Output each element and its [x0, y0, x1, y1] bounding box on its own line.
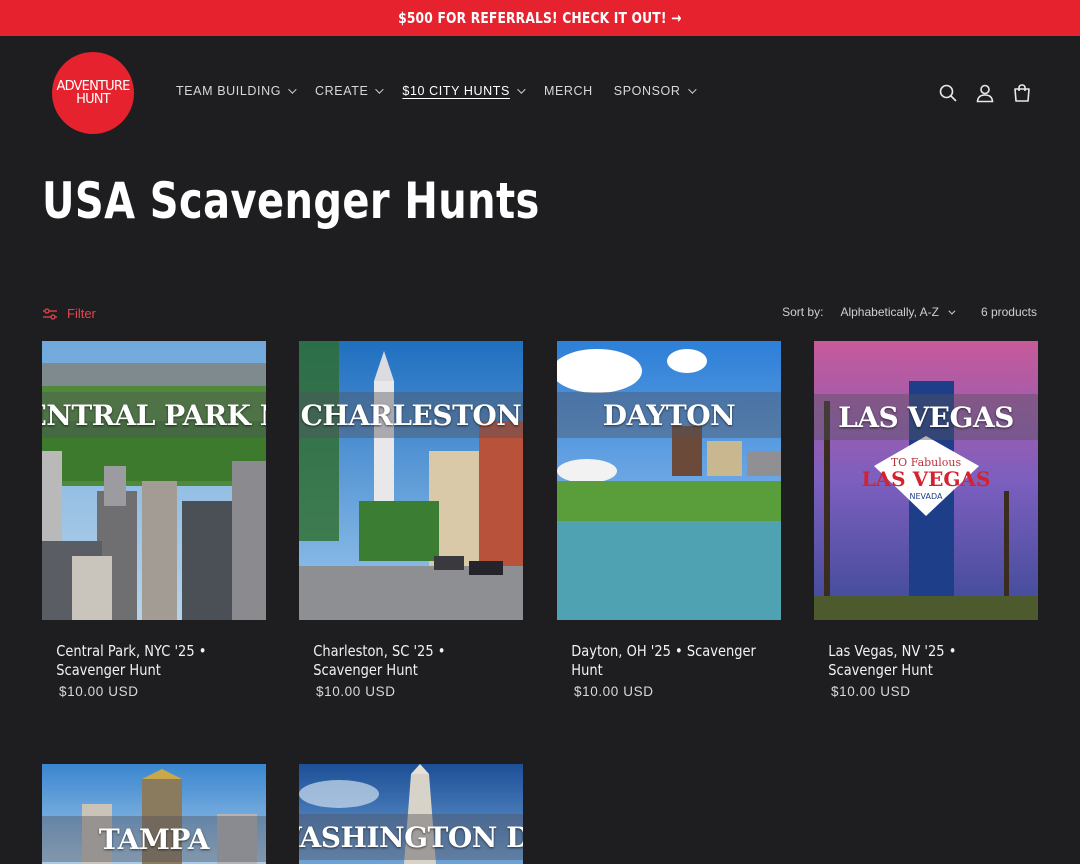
product-card[interactable]: CENTRAL PARK NY Central Park, NYC '25 • … [42, 341, 266, 699]
product-price: $10.00 USD [574, 684, 654, 699]
filter-icon [43, 307, 57, 320]
chevron-down-icon [687, 85, 697, 94]
nav-label: SPONSOR [613, 84, 681, 98]
nav-label: TEAM BUILDING [176, 84, 282, 98]
nav-label: MERCH [543, 84, 593, 98]
nav-label: $10 CITY HUNTS [402, 84, 510, 98]
chevron-down-icon [948, 307, 956, 315]
product-image[interactable]: TO Fabulous LAS VEGAS NEVADA LAS VEGAS [814, 341, 1038, 620]
product-image-label: LAS VEGAS [838, 400, 1014, 434]
sort-select[interactable]: Alphabetically, A-Z [840, 305, 956, 319]
nav-item-team-building[interactable]: TEAM BUILDING [176, 84, 297, 98]
product-title[interactable]: Central Park, NYC '25 • Scavenger Hunt [42, 642, 252, 680]
product-image-band: WASHINGTON DC [299, 814, 523, 860]
product-image[interactable]: TAMPA [42, 764, 266, 864]
product-image-band: CENTRAL PARK NY [42, 392, 266, 438]
logo[interactable]: ADVENTURE HUNT [52, 52, 134, 134]
nav-item-sponsor[interactable]: SPONSOR [613, 84, 697, 98]
product-price: $10.00 USD [316, 684, 396, 699]
product-title[interactable]: Las Vegas, NV '25 • Scavenger Hunt [814, 642, 1024, 680]
product-card[interactable]: DAYTON Dayton, OH '25 • Scavenger Hunt $… [557, 341, 781, 699]
account-icon[interactable] [975, 83, 995, 103]
logo-line-2: HUNT [76, 92, 111, 107]
svg-text:NEVADA: NEVADA [910, 492, 943, 501]
main-nav: TEAM BUILDING CREATE $10 CITY HUNTS MERC… [176, 84, 715, 98]
sort-bar: Sort by: Alphabetically, A-Z 6 products [782, 305, 1037, 319]
nav-label: CREATE [315, 84, 369, 98]
product-image-label: CENTRAL PARK NY [42, 398, 266, 432]
product-image[interactable]: CENTRAL PARK NY [42, 341, 266, 620]
product-image-label: CHARLESTON [300, 398, 522, 432]
product-image[interactable]: CHARLESTON [299, 341, 523, 620]
product-price: $10.00 USD [831, 684, 911, 699]
filter-label: Filter [67, 306, 96, 321]
product-title[interactable]: Charleston, SC '25 • Scavenger Hunt [299, 642, 509, 680]
announcement-text[interactable]: $500 FOR REFERRALS! CHECK IT OUT! → [398, 9, 681, 27]
product-card[interactable]: TAMPA [42, 764, 266, 864]
product-card[interactable]: CHARLESTON Charleston, SC '25 • Scavenge… [299, 341, 523, 699]
chevron-down-icon [375, 85, 385, 94]
nav-item-merch[interactable]: MERCH [544, 84, 593, 98]
sort-label: Sort by: [782, 305, 824, 319]
product-image-label: DAYTON [602, 398, 736, 432]
product-image-band: CHARLESTON [299, 392, 523, 438]
product-image-label: WASHINGTON DC [299, 820, 523, 854]
page-title: USA Scavenger Hunts [42, 172, 540, 230]
product-image-band: DAYTON [557, 392, 781, 438]
product-price: $10.00 USD [59, 684, 139, 699]
product-card[interactable]: WASHINGTON DC [299, 764, 523, 864]
filter-button[interactable]: Filter [42, 306, 96, 321]
product-image-band: LAS VEGAS [814, 394, 1038, 440]
nav-item-city-hunts[interactable]: $10 CITY HUNTS [402, 84, 526, 98]
nav-item-create[interactable]: CREATE [315, 84, 385, 98]
product-count: 6 products [980, 305, 1037, 319]
chevron-down-icon [517, 85, 526, 94]
product-image-band: TAMPA [42, 816, 266, 862]
chevron-down-icon [288, 85, 297, 94]
product-title[interactable]: Dayton, OH '25 • Scavenger Hunt [557, 642, 767, 680]
product-image[interactable]: DAYTON [557, 341, 781, 620]
sort-value: Alphabetically, A-Z [840, 305, 939, 319]
cart-icon[interactable] [1012, 83, 1032, 103]
product-image[interactable]: WASHINGTON DC [299, 764, 523, 864]
svg-text:LAS VEGAS: LAS VEGAS [862, 467, 991, 491]
search-icon[interactable] [938, 83, 958, 103]
product-image-label: TAMPA [98, 822, 210, 856]
announcement-bar[interactable]: $500 FOR REFERRALS! CHECK IT OUT! → [0, 0, 1080, 36]
product-card[interactable]: TO Fabulous LAS VEGAS NEVADA LAS VEGAS L… [814, 341, 1038, 699]
